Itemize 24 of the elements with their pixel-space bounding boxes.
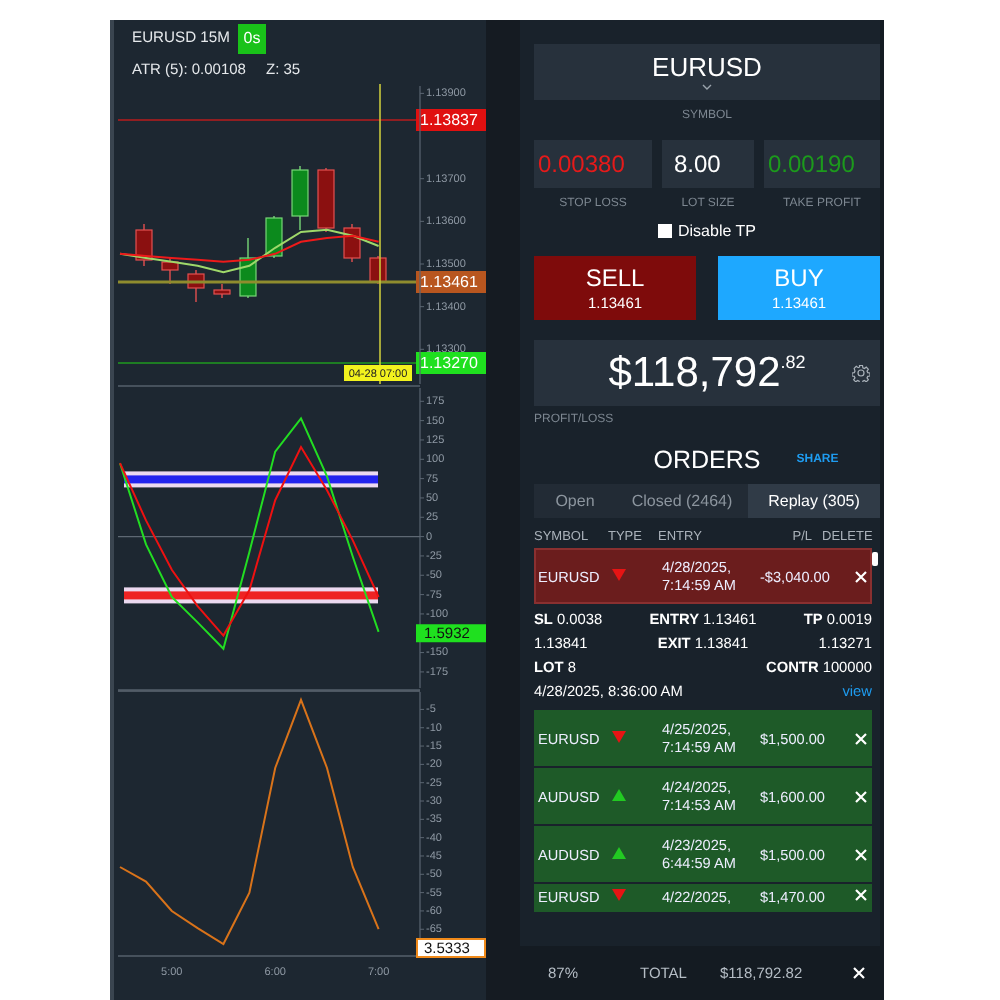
delete-icon[interactable] — [854, 789, 868, 803]
input-field[interactable]: 0.00190 — [764, 140, 880, 188]
tab[interactable]: Open — [534, 484, 616, 518]
delete-icon[interactable] — [854, 888, 868, 902]
symbol-selector[interactable]: EURUSD — [534, 44, 880, 100]
tab[interactable]: Replay (305) — [748, 484, 880, 518]
price-label: 1.13461 — [416, 271, 486, 293]
checkbox-label: Disable TP — [678, 222, 756, 240]
price-label: 1.13837 — [416, 109, 486, 131]
input-field[interactable]: 0.00380 — [534, 140, 652, 188]
profit-amount: $118,792$^{.82}$ — [608, 349, 806, 397]
close-icon[interactable] — [851, 966, 865, 980]
scrollbar-thumb[interactable] — [872, 552, 878, 566]
caret-icon — [702, 84, 712, 90]
settings-icon[interactable] — [852, 364, 870, 382]
tab[interactable]: Closed (2464) — [616, 484, 748, 518]
checkbox[interactable] — [658, 224, 672, 238]
timer-badge: 0s — [238, 24, 266, 54]
price-label: 1.13270 — [416, 352, 486, 374]
delete-icon[interactable] — [854, 847, 868, 861]
input-field[interactable]: 8.00 — [662, 140, 754, 188]
section-title: ORDERS — [653, 446, 761, 474]
delete-icon[interactable] — [854, 569, 868, 583]
delete-icon[interactable] — [854, 731, 868, 745]
